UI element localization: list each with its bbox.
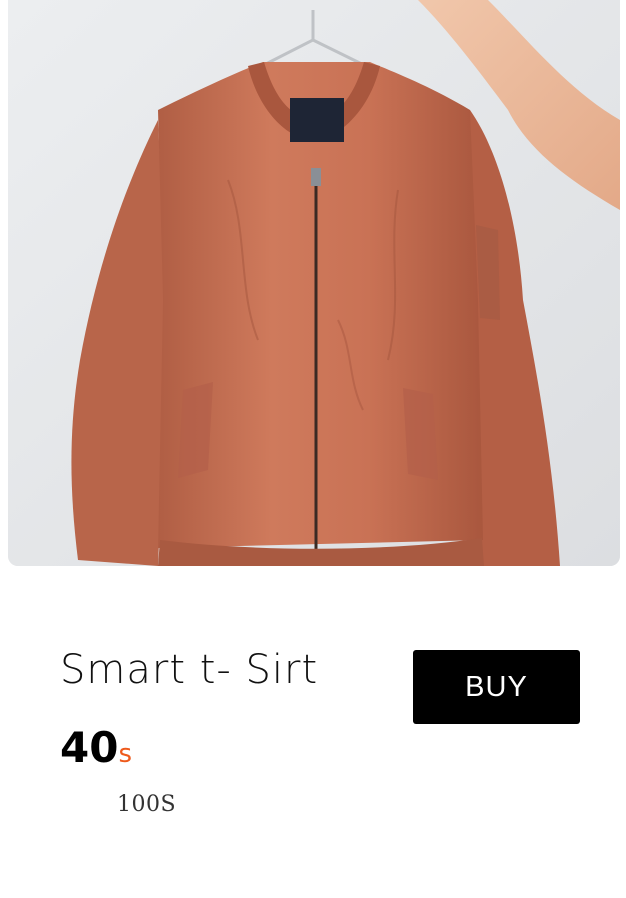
- product-price: 40s: [60, 727, 132, 769]
- price-currency: s: [118, 739, 132, 769]
- price-value: 40: [60, 723, 119, 772]
- old-price: 100S: [117, 792, 177, 817]
- product-image[interactable]: [8, 0, 620, 566]
- product-title: Smart t- Sirt: [60, 647, 319, 693]
- buy-button[interactable]: BUY: [413, 650, 580, 724]
- product-card: Smart t- Sirt 40s 100S BUY: [0, 0, 626, 898]
